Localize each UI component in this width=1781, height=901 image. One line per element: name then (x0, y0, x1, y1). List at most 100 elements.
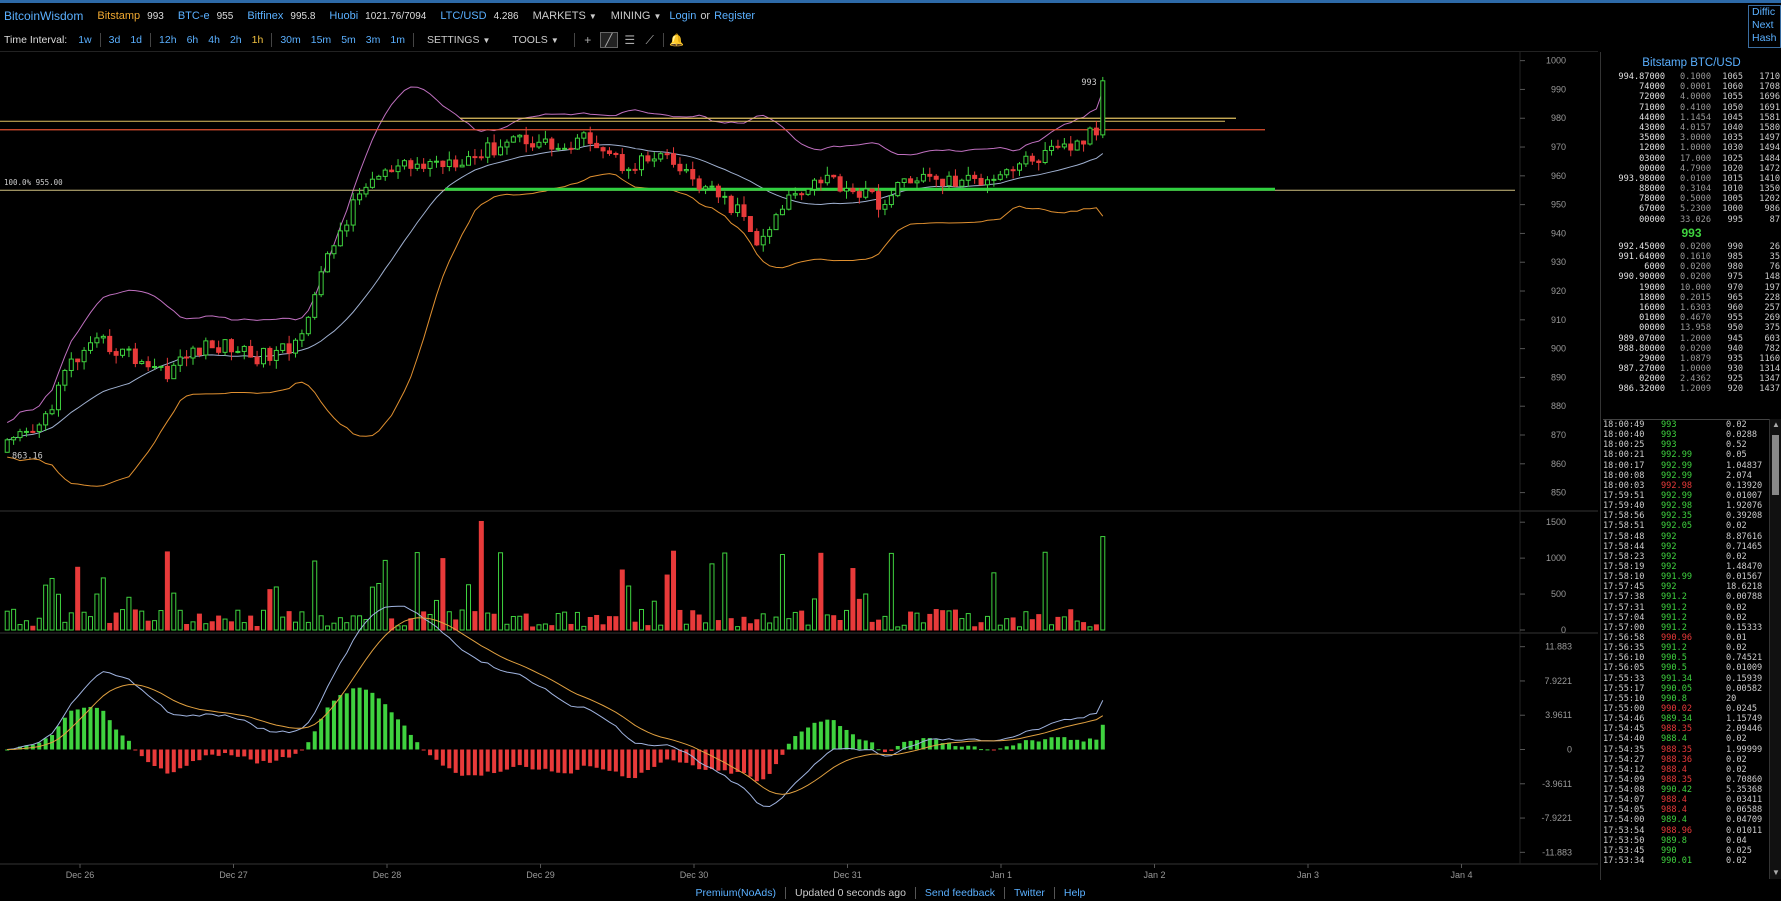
depth-sum: 1472 (1759, 163, 1780, 174)
market-ticker-2[interactable]: Bitfinex 995.8 (247, 10, 315, 22)
premium-link[interactable]: Premium(NoAds) (695, 887, 776, 899)
volume-bar (459, 609, 465, 631)
trade-history[interactable]: 18:00:49 993 0.02 18:00:40 993 0.0288 18:00:25… (1603, 419, 1780, 880)
volume-bar (4, 610, 10, 631)
orderbook-row[interactable]: 994.87000 0.1000 1065 1710 (1601, 72, 1781, 82)
orderbook-row[interactable]: 03000 17.000 1025 1484 (1601, 154, 1781, 164)
interval-30m[interactable]: 30m (275, 34, 305, 46)
orderbook-row[interactable]: 02000 2.4362 925 1347 (1601, 374, 1781, 384)
horizontal-lines-icon[interactable]: ☰ (622, 33, 638, 47)
help-link[interactable]: Help (1064, 887, 1086, 899)
market-ticker-1[interactable]: BTC-e 955 (178, 10, 233, 22)
crosshair-icon[interactable]: + (580, 33, 596, 47)
orderbook-row[interactable]: 67000 5.2300 1000 986 (1601, 204, 1781, 214)
volume-bar (811, 598, 817, 631)
trade-history-scrollbar[interactable]: ▲ ▼ (1769, 419, 1781, 879)
candle (11, 437, 17, 441)
scroll-down-icon[interactable]: ▼ (1770, 867, 1781, 879)
footer-separator (1003, 886, 1005, 899)
orderbook-row[interactable]: 16000 1.6303 960 257 (1601, 303, 1781, 313)
tools-menu[interactable]: TOOLS ▼ (512, 34, 558, 46)
volume-bar (87, 616, 93, 631)
markets-menu[interactable]: MARKETS ▼ (533, 10, 597, 22)
interval-5m[interactable]: 5m (336, 34, 361, 46)
interval-1m[interactable]: 1m (385, 34, 410, 46)
orderbook-row[interactable]: 992.45000 0.0200 990 26 (1601, 242, 1781, 252)
send-feedback-link[interactable]: Send feedback (925, 887, 995, 899)
macd-histogram-bar (1075, 739, 1080, 750)
order-amount: 0.4100 (1679, 102, 1711, 113)
macd-histogram-bar (197, 749, 202, 761)
interval-2h[interactable]: 2h (225, 34, 247, 46)
price-chart-svg[interactable]: 1000 990 980 970 960 950 940 930 920 910 900 890 880… (0, 52, 1624, 880)
candle (376, 175, 382, 180)
orderbook-row[interactable]: 71000 0.4100 1050 1691 (1601, 103, 1781, 113)
trade-amount: 1.04837 (1726, 460, 1763, 471)
line-draw-icon[interactable]: ╱ (599, 32, 618, 48)
candle (831, 174, 837, 178)
orderbook-row[interactable]: 29000 1.0879 935 1160 (1601, 354, 1781, 364)
trade-time: 17:56:35 (1603, 643, 1645, 654)
settings-menu[interactable]: SETTINGS ▼ (427, 34, 490, 46)
market-ticker-4[interactable]: LTC/USD 4.286 (440, 10, 518, 22)
market-ticker-0[interactable]: Bitstamp 993 (97, 10, 163, 22)
interval-1h[interactable]: 1h (247, 34, 269, 46)
mining-menu[interactable]: MINING ▼ (611, 10, 662, 22)
interval-3m[interactable]: 3m (361, 34, 386, 46)
price-chart-area[interactable]: 1000 990 980 970 960 950 940 930 920 910 900 890 880… (0, 52, 1624, 880)
bell-icon[interactable]: 🔔 (669, 33, 685, 47)
candle (318, 271, 324, 296)
orderbook-row[interactable]: 6000 0.0200 980 76 (1601, 262, 1781, 272)
volume-bar (613, 616, 619, 631)
orderbook-row[interactable]: 987.27000 1.0000 930 1314 (1601, 364, 1781, 374)
orderbook-row[interactable]: 74000 0.0001 1060 1708 (1601, 82, 1781, 92)
brand-logo[interactable]: BitcoinWisdom (4, 9, 83, 23)
volume-bar (1093, 624, 1099, 631)
orderbook-row[interactable]: 12000 1.0000 1030 1494 (1601, 143, 1781, 153)
macd-histogram-bar (472, 749, 477, 776)
difficulty-box[interactable]: Diffic Next Hash (1748, 5, 1781, 48)
orderbook-row[interactable]: 00000 33.026 995 87 (1601, 215, 1781, 225)
orderbook-row[interactable]: 18000 0.2015 965 228 (1601, 293, 1781, 303)
orderbook-row[interactable]: 72000 4.0000 1055 1696 (1601, 92, 1781, 102)
fib-draw-icon[interactable]: ⟋ (642, 33, 658, 47)
twitter-link[interactable]: Twitter (1014, 887, 1045, 899)
trade-time: 17:54:08 (1603, 785, 1645, 796)
volume-bar (946, 610, 952, 631)
login-link[interactable]: Login (669, 10, 696, 22)
orderbook-row[interactable]: 01000 0.4670 955 269 (1601, 313, 1781, 323)
candle (414, 163, 420, 169)
orderbook-row[interactable]: 78000 0.5000 1005 1202 (1601, 194, 1781, 204)
interval-3d[interactable]: 3d (104, 34, 126, 46)
volume-bar (216, 615, 222, 631)
orderbook-row[interactable]: 990.90000 0.0200 975 148 (1601, 272, 1781, 282)
orderbook-row[interactable]: 986.32000 1.2009 920 1437 (1601, 384, 1781, 394)
interval-4h[interactable]: 4h (203, 34, 225, 46)
volume-bar (241, 622, 247, 631)
interval-1d[interactable]: 1d (125, 34, 147, 46)
macd-histogram-bar (786, 743, 791, 750)
interval-12h[interactable]: 12h (154, 34, 182, 46)
market-price: 955 (216, 11, 234, 22)
orderbook-row[interactable]: 00000 13.958 950 375 (1601, 323, 1781, 333)
interval-6h[interactable]: 6h (182, 34, 204, 46)
scrollbar-thumb[interactable] (1772, 435, 1779, 495)
interval-1w[interactable]: 1w (73, 34, 96, 46)
market-ticker-3[interactable]: Huobi 1021.76/7094 (329, 10, 426, 22)
depth-sum: 26 (1769, 241, 1780, 252)
volume-bar (632, 621, 638, 631)
orderbook-row[interactable]: 19000 10.000 970 197 (1601, 283, 1781, 293)
orderbook-row[interactable]: 993.98000 0.0100 1015 1410 (1601, 174, 1781, 184)
orderbook-row[interactable]: 43000 4.0157 1040 1580 (1601, 123, 1781, 133)
scroll-up-icon[interactable]: ▲ (1770, 419, 1781, 431)
orderbook-row[interactable]: 989.07000 1.2000 945 603 (1601, 334, 1781, 344)
orderbook-row[interactable]: 00000 4.7900 1020 1472 (1601, 164, 1781, 174)
orderbook-row[interactable]: 35000 3.0000 1035 1497 (1601, 133, 1781, 143)
orderbook-row[interactable]: 88000 0.3104 1010 1350 (1601, 184, 1781, 194)
register-link[interactable]: Register (714, 10, 755, 22)
candle (703, 186, 709, 190)
orderbook-row[interactable]: 988.80000 0.0200 940 782 (1601, 344, 1781, 354)
interval-15m[interactable]: 15m (306, 34, 336, 46)
orderbook-row[interactable]: 991.64000 0.1610 985 35 (1601, 252, 1781, 262)
orderbook-row[interactable]: 44000 1.1454 1045 1581 (1601, 113, 1781, 123)
